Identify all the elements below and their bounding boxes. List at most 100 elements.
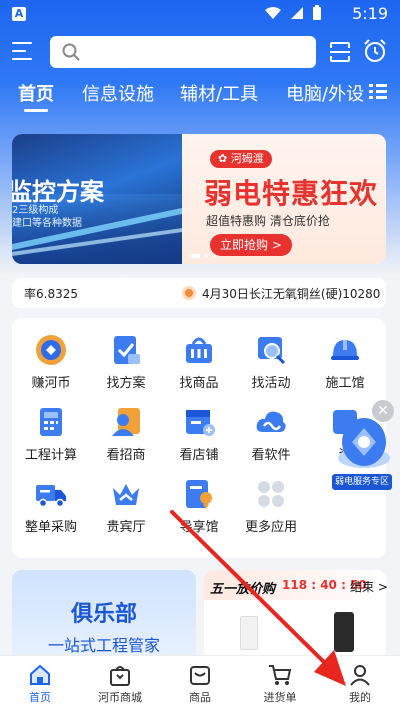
grid-label: 工程计算 [24,448,77,463]
brand-name: 河姆渡 [230,152,264,165]
grid-item-find-activity[interactable]: 找活动 [236,334,306,404]
wifi-icon [265,7,281,19]
grid-label: 更多应用 [244,520,297,535]
nav-coin-mall[interactable]: 河币商城 [80,664,160,705]
badge-doc-icon [186,480,212,509]
club-card[interactable]: 俱乐部 一站式工程管家 [12,570,196,660]
banner-left-sub-line2: 建口等各种数据 [12,218,82,229]
exchange-rate-text: 率6.8325 [24,287,78,301]
tabs-more-icon[interactable] [368,82,388,102]
grid-item-view-stores[interactable]: 看店铺 [164,406,234,476]
nav-home[interactable]: 首页 [0,664,80,705]
tab-home[interactable]: 首页 [18,80,54,106]
promo-title: 弱电特惠狂欢 [204,177,379,210]
grid-item-construction-hall[interactable]: 施工馆 [310,334,380,404]
search-box[interactable] [50,36,316,68]
flash-sale-title: 五一放价购 [210,582,276,597]
banner-left-title: 监控方案 [12,178,104,206]
nav-label: 我的 [349,691,371,704]
price-ticker[interactable]: 率6.8325 4月30日长江无氧铜丝(硬)10280 [12,278,386,308]
close-ad-icon[interactable]: ✕ [372,400,394,422]
app-badge-icon: A [12,7,26,21]
grid-item-engineering-calc[interactable]: 工程计算 [16,406,86,476]
grid-label: 施工馆 [325,376,365,391]
shopping-basket-icon [186,337,212,363]
banner-monitoring-panel: 监控方案 2三级构成 建口等各种数据 [12,134,192,264]
grid-label: 找方案 [106,376,146,391]
cart-icon [269,665,292,685]
grid-label: 导享馆 [179,520,219,535]
tab-computer-peripherals[interactable]: 电脑/外设 [286,80,364,106]
magnifier-icon [258,337,286,365]
grid-item-earn-coins[interactable]: 赚河币 [16,334,86,404]
banner-left-sub-line1: 2三级构成 [12,205,59,216]
grid-item-vip-lounge[interactable]: 贵宾厅 [91,478,161,548]
battery-icon [313,5,321,20]
alarm-clock-icon[interactable] [362,38,388,64]
club-title: 俱乐部 [70,602,137,627]
clock-time: 5:19 [352,4,388,23]
user-icon [350,665,370,686]
tab-info-facilities[interactable]: 信息设施 [82,80,154,106]
signal-icon [291,7,303,19]
nav-mine[interactable]: 我的 [320,664,400,705]
grid-item-view-software[interactable]: 看软件 [236,406,306,476]
brand-badge: ✿ 河姆渡 [210,150,272,168]
club-subtitle: 一站式工程管家 [47,636,160,655]
banner-left-subtitle: 2三级构成 建口等各种数据 [12,204,82,230]
document-check-icon [114,336,140,364]
product-switch-image[interactable] [240,616,258,650]
home-icon [30,664,50,685]
status-icons [264,5,322,21]
nav-label: 首页 [29,691,51,704]
grid-label: 贵宾厅 [106,520,146,535]
grid-item-find-goods[interactable]: 找商品 [164,334,234,404]
calculator-icon [40,408,62,436]
promo-subtitle: 超值特惠购 清仓底价抢 [206,214,330,228]
buy-now-button[interactable]: 立即抢购 > [210,234,292,256]
grid-label: 看软件 [251,448,291,463]
inbox-icon [190,666,210,685]
cloud-icon [256,411,286,432]
grid-item-share-hall[interactable]: 导享馆 [164,478,234,548]
nav-products[interactable]: 商品 [160,664,240,705]
carousel-indicator [190,254,216,258]
search-input[interactable] [88,40,308,64]
nav-label: 商品 [189,691,211,704]
menu-icon[interactable] [12,42,34,62]
helmet-icon [331,340,359,360]
nav-label: 河币商城 [98,691,142,704]
grid-label: 看招商 [106,448,146,463]
grid-dots-icon [258,481,284,507]
bottom-nav: 首页 河币商城 商品 进货单 我的 [0,655,400,710]
nav-purchase-list[interactable]: 进货单 [240,664,320,705]
scan-icon[interactable] [328,40,352,64]
flash-sale-card[interactable]: 五一放价购 118 : 40 : 50 结束 > [204,570,388,660]
grid-item-bulk-purchase[interactable]: 整单采购 [16,478,86,548]
flash-sale-end[interactable]: 结束 > [350,578,388,595]
grid-label: 看店铺 [179,448,219,463]
grid-item-investment[interactable]: 看招商 [91,406,161,476]
banner-promo-panel: ✿ 河姆渡 弱电特惠狂欢 超值特惠购 清仓底价抢 立即抢购 > [182,134,386,264]
service-zone-label: 弱电服务专区 [332,474,392,490]
store-icon [186,410,215,436]
active-tab-indicator [24,109,48,112]
grid-item-find-solution[interactable]: 找方案 [91,334,161,404]
nav-label: 进货单 [263,691,297,704]
ticker-dot-icon [182,286,196,300]
grid-item-more-apps[interactable]: 更多应用 [236,478,306,548]
crown-icon [113,484,139,505]
copper-price-text: 4月30日长江无氧铜丝(硬)10280 [202,287,381,301]
grid-label: 找活动 [251,376,291,391]
grid-label: 赚河币 [31,376,71,391]
status-bar: A 5:19 [0,0,400,28]
promo-banner[interactable]: 监控方案 2三级构成 建口等各种数据 ✿ 河姆渡 弱电特惠狂欢 超值特惠购 清仓… [12,134,386,264]
tab-materials-tools[interactable]: 辅材/工具 [180,80,258,106]
coin-icon [36,335,66,365]
person-card-icon [112,408,140,436]
grid-label: 找商品 [179,376,219,391]
category-tabs: 首页 信息设施 辅材/工具 电脑/外设 [0,80,400,114]
product-access-control-image[interactable] [334,612,354,652]
shop-bag-icon [110,666,130,686]
truck-icon [36,485,66,508]
